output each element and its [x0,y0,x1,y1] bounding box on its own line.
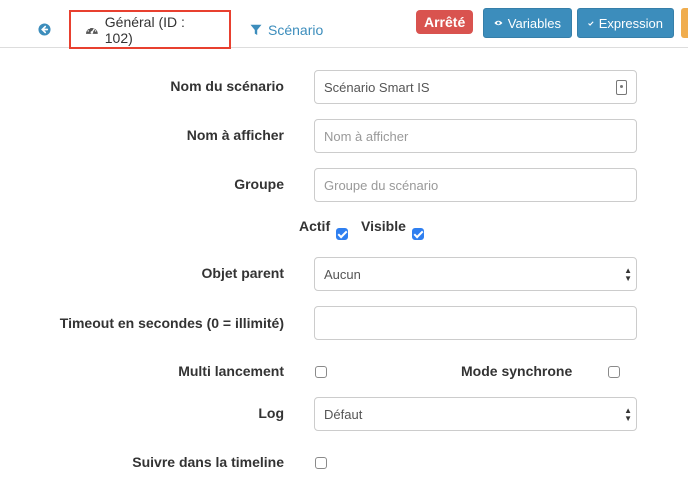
tab-general-label: Général (ID : 102) [104,13,185,46]
active-label: Actif [299,218,331,234]
parent-object-select[interactable]: Aucun ▲ ▼ [314,257,637,291]
select-arrows-icon: ▲ ▼ [624,266,632,283]
back-tab[interactable] [24,10,64,48]
display-name-placeholder: Nom à afficher [324,128,409,144]
log-select[interactable]: Défaut ▲ ▼ [314,397,637,431]
timeout-label: Timeout en secondes (0 = illimité) [59,315,284,331]
expression-button[interactable]: Expression [577,8,674,38]
scenario-name-input[interactable]: Scénario Smart IS [314,70,637,104]
parent-object-label: Objet parent [201,265,284,281]
select-arrows-icon: ▲ ▼ [624,406,632,423]
active-checkbox[interactable] [336,228,348,240]
multi-launch-label: Multi lancement [178,363,284,379]
log-value: Défaut [324,406,363,422]
scenario-tab-bar: Général (ID : 102) Scénario Arrêté Varia… [0,0,688,49]
visible-label: Visible [361,218,406,234]
status-badge: Arrêté [416,10,474,34]
timeout-input[interactable] [314,306,637,340]
variables-button-label: Variables [507,15,561,31]
tab-scenario[interactable]: Scénario [236,10,337,49]
group-label: Groupe [234,176,284,192]
filter-icon [250,24,262,35]
timeline-checkbox[interactable] [315,457,327,469]
variables-button[interactable]: Variables [483,8,572,38]
dashboard-icon [85,26,98,34]
parent-object-value: Aucun [324,266,361,282]
tab-general[interactable]: Général (ID : 102) [69,10,231,49]
scenario-name-value: Scénario Smart IS [324,79,430,95]
tab-scenario-label: Scénario [268,21,324,38]
sync-mode-label: Mode synchrone [461,363,573,379]
circle-arrow-left-icon [37,22,51,36]
group-placeholder: Groupe du scénario [324,177,439,193]
eye-icon [494,20,503,26]
contact-card-icon [616,80,627,95]
expression-button-label: Expression [598,15,663,31]
log-label: Log [258,405,284,421]
extra-button-edge[interactable] [681,8,688,38]
name-label: Nom du scénario [170,78,284,94]
sync-mode-checkbox[interactable] [608,366,620,378]
display-name-label: Nom à afficher [186,127,284,143]
group-input[interactable]: Groupe du scénario [314,168,637,202]
timeline-label: Suivre dans la timeline [132,454,284,470]
multi-launch-checkbox[interactable] [315,366,327,378]
visible-checkbox[interactable] [412,228,424,240]
check-icon [588,20,594,26]
display-name-input[interactable]: Nom à afficher [314,119,637,153]
